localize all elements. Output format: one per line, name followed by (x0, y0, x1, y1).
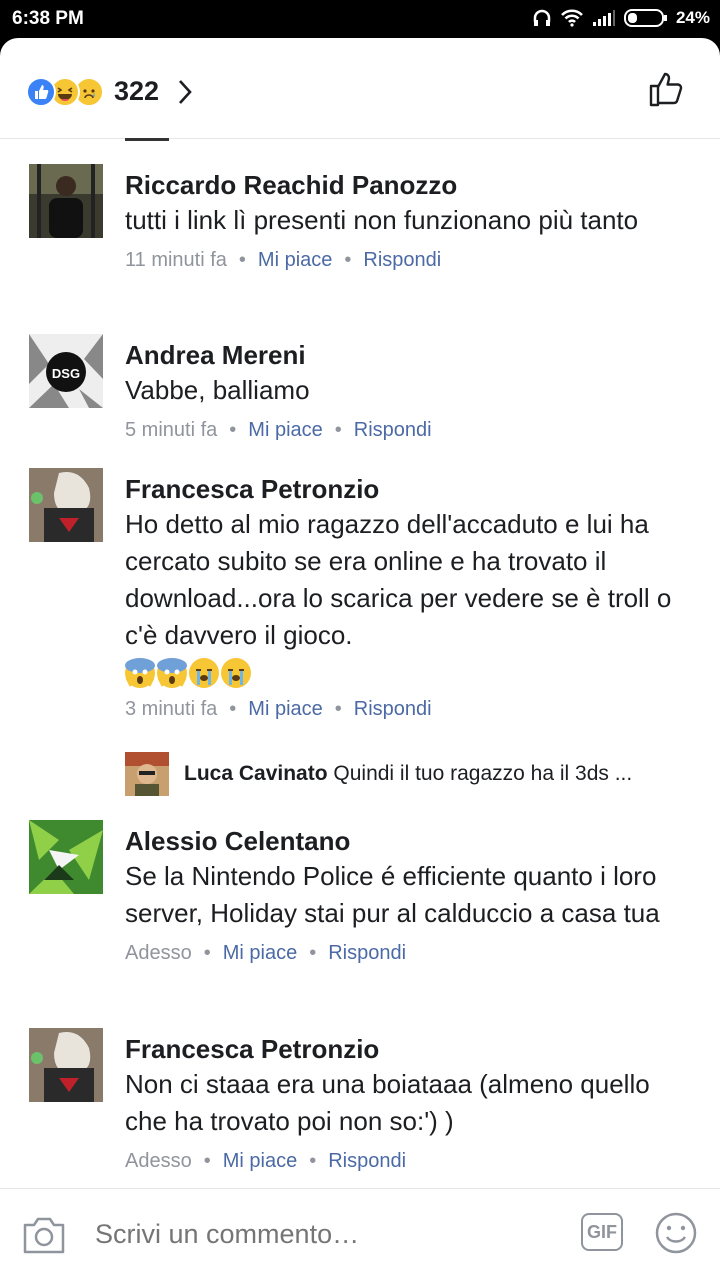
reply-link[interactable]: Rispondi (354, 698, 432, 720)
comment-body: Riccardo Reachid Panozzo tutti i link lì… (125, 168, 695, 272)
comment-time: 5 minuti fa (125, 419, 218, 441)
like-link[interactable]: Mi piace (248, 419, 322, 441)
status-time: 6:38 PM (12, 8, 84, 29)
chevron-right-icon (179, 79, 192, 104)
emoji-icon[interactable] (654, 1211, 698, 1255)
battery-icon (623, 9, 667, 27)
sob-emoji (189, 658, 219, 688)
sob-emoji (221, 658, 251, 688)
reply-author: Luca Cavinato (184, 762, 328, 785)
reply-link[interactable]: Rispondi (328, 1150, 406, 1172)
comment-text: Ho detto al mio ragazzo dell'accaduto e … (125, 509, 672, 650)
comment-meta: 11 minuti fa • Mi piace • Rispondi (125, 249, 442, 271)
status-icons: 24% (532, 8, 710, 28)
gif-button[interactable]: GIF (581, 1213, 623, 1251)
comment-time: 11 minuti fa (125, 249, 227, 271)
avatar[interactable] (29, 468, 103, 542)
reactions-summary[interactable]: 322 (26, 76, 193, 107)
like-link[interactable]: Mi piace (223, 1150, 297, 1172)
comment-divider (125, 138, 169, 141)
comment-meta: Adesso • Mi piace • Rispondi (125, 1150, 407, 1172)
comment-time: Adesso (125, 1150, 192, 1172)
avatar[interactable] (29, 164, 103, 238)
avatar[interactable] (29, 1028, 103, 1102)
headphones-icon (533, 9, 551, 26)
commenter-name[interactable]: Francesca Petronzio (125, 1032, 695, 1066)
like-link[interactable]: Mi piace (223, 942, 297, 964)
comment-text: tutti i link lì presenti non funzionano … (125, 205, 639, 235)
reply-snippet: Quindi il tuo ragazzo ha il 3ds ... (333, 762, 633, 785)
commenter-name[interactable]: Andrea Mereni (125, 338, 695, 372)
commenter-name[interactable]: Riccardo Reachid Panozzo (125, 168, 695, 202)
avatar[interactable]: DSG (29, 334, 103, 408)
comment-composer: GIF (0, 1188, 720, 1280)
emoji-row (125, 658, 695, 688)
scream-emoji (125, 658, 155, 688)
like-thumb-button[interactable] (648, 70, 686, 108)
comment-meta: Adesso • Mi piace • Rispondi (125, 942, 407, 964)
status-bar: 6:38 PM 24% (0, 0, 720, 38)
wifi-icon (561, 9, 583, 27)
comment-body: Francesca Petronzio Non ci staaa era una… (125, 1032, 695, 1173)
comment-body: Andrea Mereni Vabbe, balliamo 5 minuti f… (125, 338, 695, 442)
reply-text: Luca Cavinato Quindi il tuo ragazzo ha i… (184, 762, 704, 786)
battery-level: 24% (675, 8, 710, 27)
like-link[interactable]: Mi piace (258, 249, 332, 271)
reply-avatar (125, 752, 169, 796)
signal-icon (592, 10, 615, 26)
commenter-name[interactable]: Francesca Petronzio (125, 472, 695, 506)
comment-meta: 5 minuti fa • Mi piace • Rispondi (125, 419, 432, 441)
comment-text: Se la Nintendo Police é efficiente quant… (125, 861, 660, 928)
comment-text: Vabbe, balliamo (125, 375, 310, 405)
commenter-name[interactable]: Alessio Celentano (125, 824, 695, 858)
comment-body: Alessio Celentano Se la Nintendo Police … (125, 824, 695, 965)
comment-list: Riccardo Reachid Panozzo tutti i link lì… (0, 138, 720, 1188)
reply-link[interactable]: Rispondi (328, 942, 406, 964)
reaction-count: 322 (114, 76, 160, 106)
reply-link[interactable]: Rispondi (363, 249, 441, 271)
comment-time: 3 minuti fa (125, 698, 218, 720)
comments-sheet: 322 Riccardo Reachid Panozzo tutti i lin… (0, 38, 720, 1280)
reply-preview[interactable]: Luca Cavinato Quindi il tuo ragazzo ha i… (125, 752, 705, 798)
like-link[interactable]: Mi piace (248, 698, 322, 720)
comment-body: Francesca Petronzio Ho detto al mio raga… (125, 472, 695, 721)
avatar[interactable] (29, 820, 103, 894)
comment-input[interactable] (95, 1219, 535, 1250)
scream-emoji (157, 658, 187, 688)
comment-meta: 3 minuti fa • Mi piace • Rispondi (125, 698, 432, 720)
reply-link[interactable]: Rispondi (354, 419, 432, 441)
reactions-header: 322 (0, 38, 720, 139)
like-icon (26, 76, 56, 107)
camera-icon[interactable] (22, 1215, 66, 1255)
comment-time: Adesso (125, 942, 192, 964)
svg-text:DSG: DSG (52, 366, 80, 381)
comment-text: Non ci staaa era una boiataaa (almeno qu… (125, 1069, 650, 1136)
